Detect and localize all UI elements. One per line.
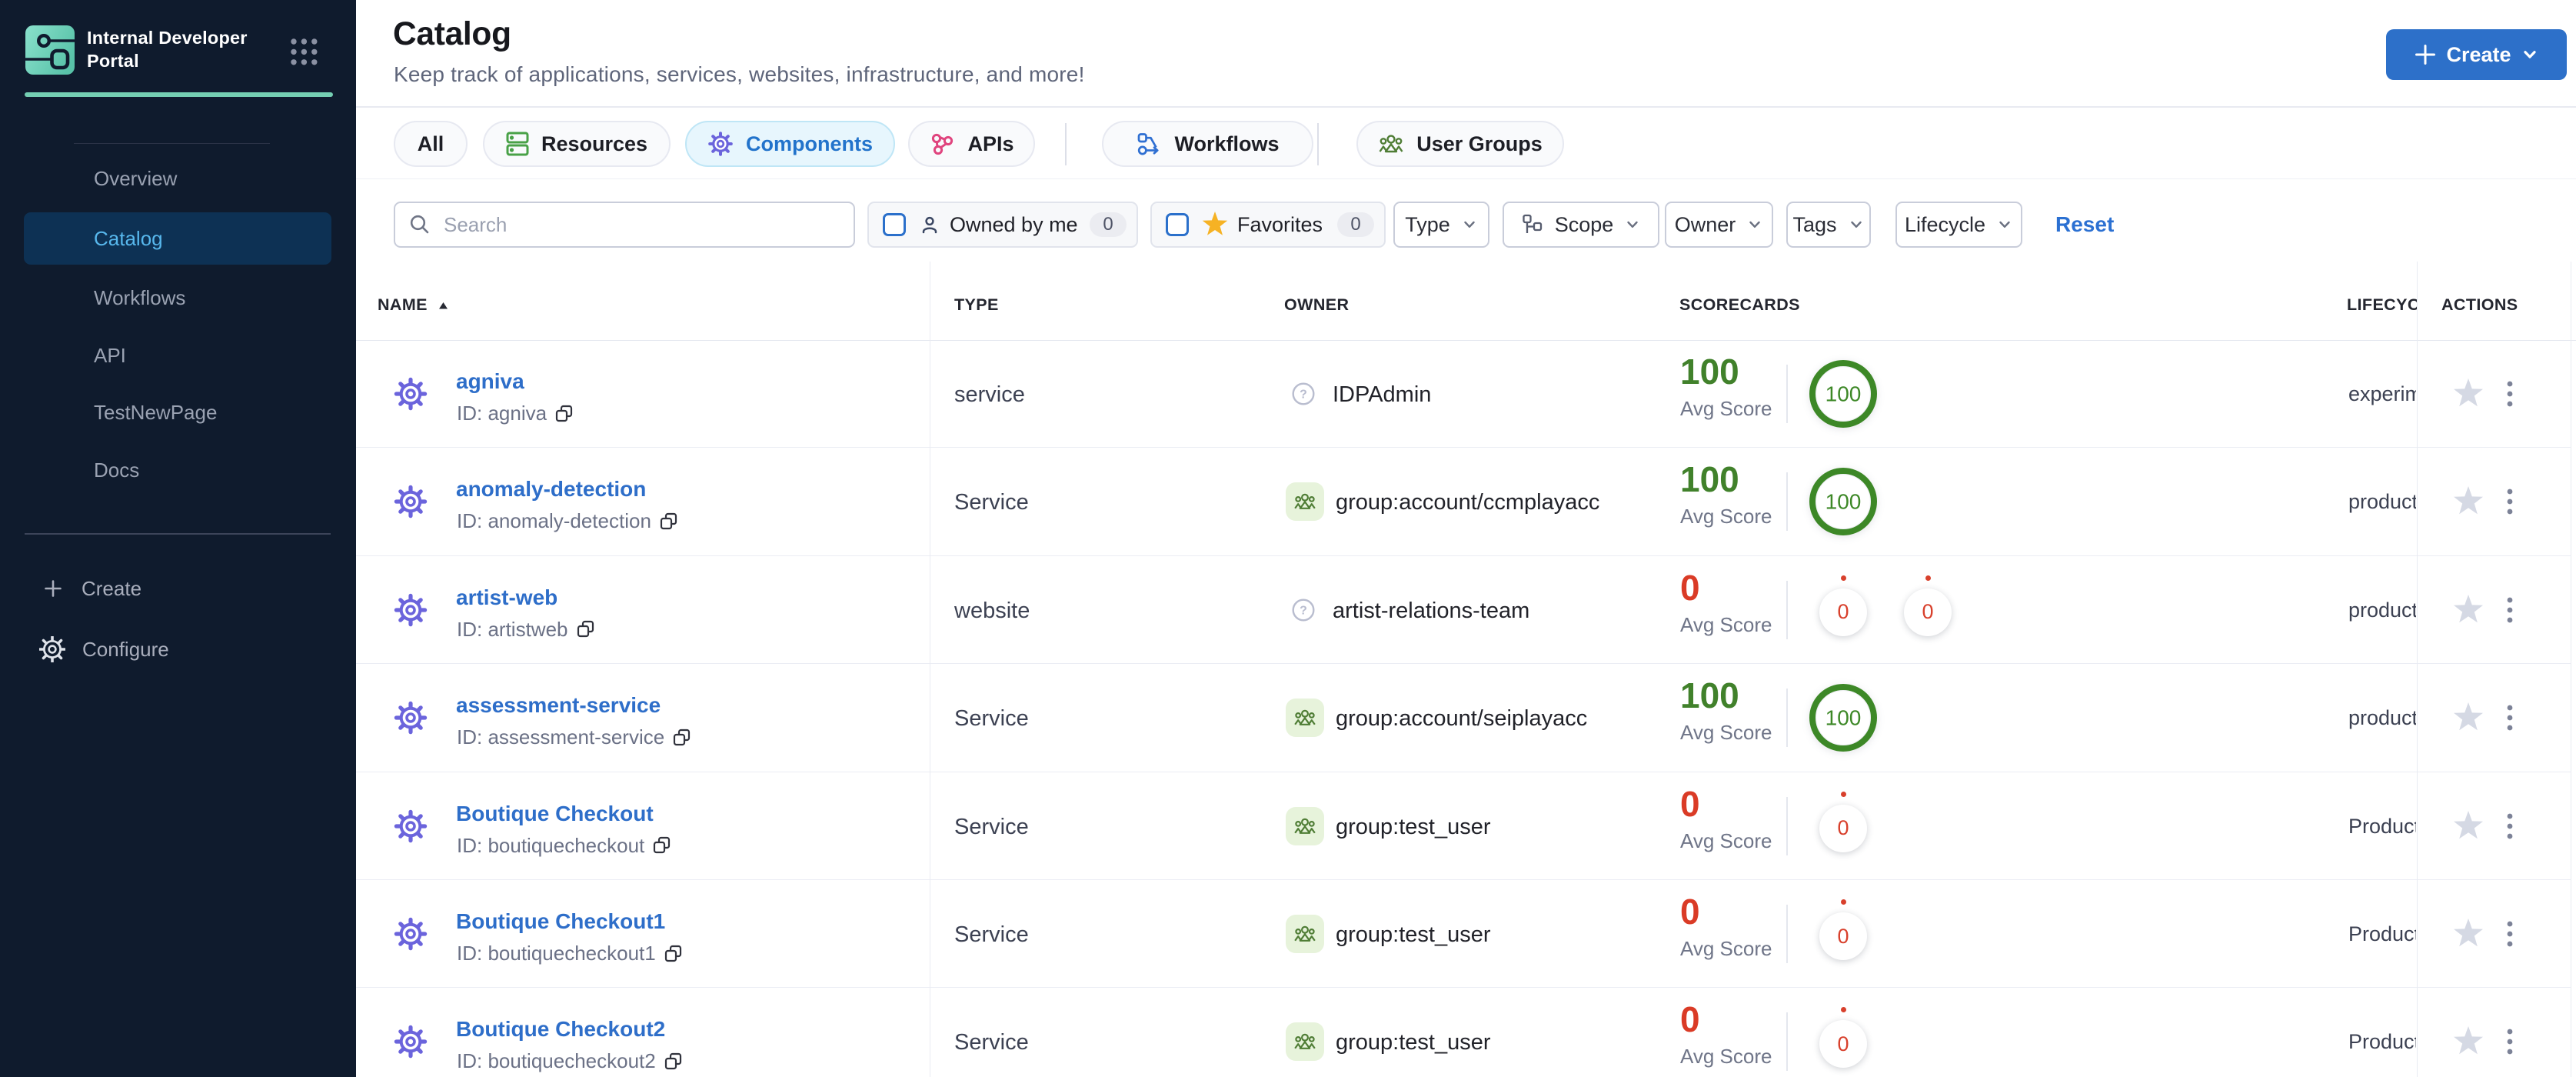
svg-text:100: 100 bbox=[1825, 706, 1862, 730]
svg-text:?: ? bbox=[1300, 388, 1307, 402]
svg-text:?: ? bbox=[1300, 604, 1307, 617]
svg-text:100: 100 bbox=[1825, 382, 1862, 406]
svg-text:100: 100 bbox=[1825, 490, 1862, 514]
